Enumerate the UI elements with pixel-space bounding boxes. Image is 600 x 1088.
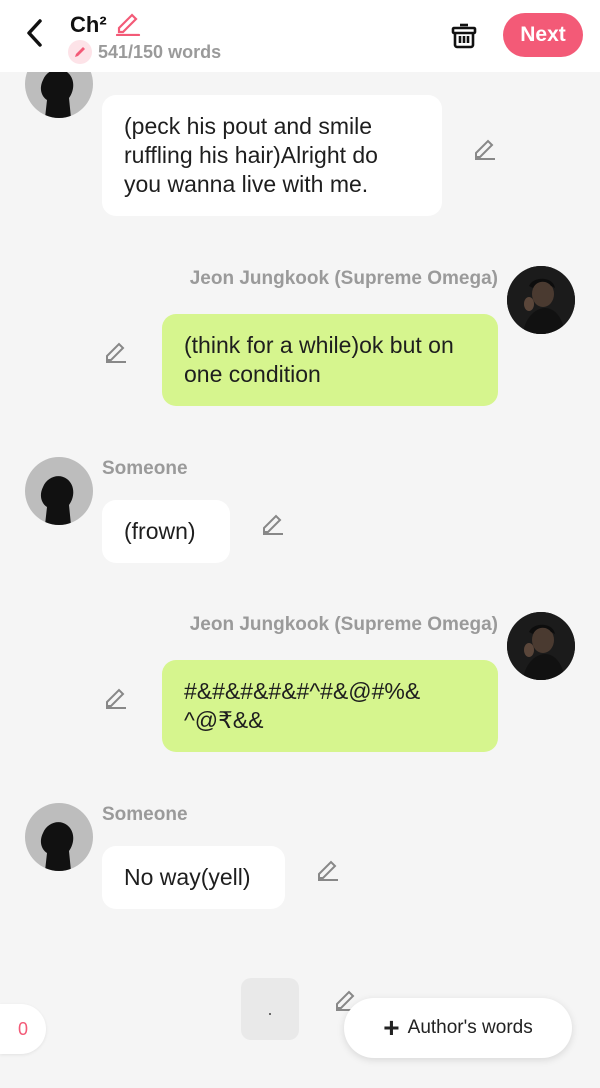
message-text: (frown) xyxy=(124,518,196,544)
plus-icon: + xyxy=(383,1012,400,1043)
avatar-jungkook xyxy=(507,266,575,334)
pencil-icon xyxy=(68,40,92,64)
edit-pencil-icon[interactable] xyxy=(472,135,498,161)
edit-pencil-icon[interactable] xyxy=(103,684,129,710)
message-text: #&#&#&#&#^#&@#%& ^@₹&& xyxy=(184,678,421,733)
chapter-title-row[interactable]: Ch² xyxy=(70,8,141,41)
edit-pencil-icon[interactable] xyxy=(103,338,129,364)
word-count: 541/150 words xyxy=(98,41,222,62)
avatar-someone xyxy=(25,803,93,871)
message-text: (peck his pout and smile ruffling his ha… xyxy=(124,113,378,197)
top-bar: Ch² 541/150 words Next xyxy=(0,0,600,72)
message-text: (think for a while)ok but on one conditi… xyxy=(184,332,454,387)
speaker-name: Someone xyxy=(102,804,188,825)
edit-pencil-icon[interactable] xyxy=(260,510,286,536)
message-bubble[interactable]: (frown) xyxy=(102,500,230,563)
message-bubble[interactable]: (peck his pout and smile ruffling his ha… xyxy=(102,95,442,216)
speaker-name: Jeon Jungkook (Supreme Omega) xyxy=(189,614,498,635)
message-bubble[interactable]: #&#&#&#&#^#&@#%& ^@₹&& xyxy=(162,660,498,752)
authors-words-label: Author's words xyxy=(407,1017,533,1038)
message-bubble[interactable]: No way(yell) xyxy=(102,846,285,909)
avatar-jungkook xyxy=(507,612,575,680)
authors-words-button[interactable]: + Author's words xyxy=(344,998,572,1058)
word-count-row: 541/150 words xyxy=(68,40,221,64)
next-button[interactable]: Next xyxy=(503,13,583,57)
message-bubble[interactable]: (think for a while)ok but on one conditi… xyxy=(162,314,498,406)
empty-bubble-placeholder[interactable]: . xyxy=(241,978,299,1040)
message-text: No way(yell) xyxy=(124,864,251,890)
back-arrow-icon[interactable] xyxy=(18,16,52,50)
avatar-someone xyxy=(25,457,93,525)
speaker-name: Jeon Jungkook (Supreme Omega) xyxy=(189,268,498,289)
trash-icon[interactable] xyxy=(446,18,482,52)
message-counter[interactable]: 0 xyxy=(0,1004,46,1054)
edit-pencil-icon[interactable] xyxy=(315,856,341,882)
speaker-name: Someone xyxy=(102,458,188,479)
pencil-icon xyxy=(113,8,141,41)
chapter-title: Ch² xyxy=(70,11,107,37)
